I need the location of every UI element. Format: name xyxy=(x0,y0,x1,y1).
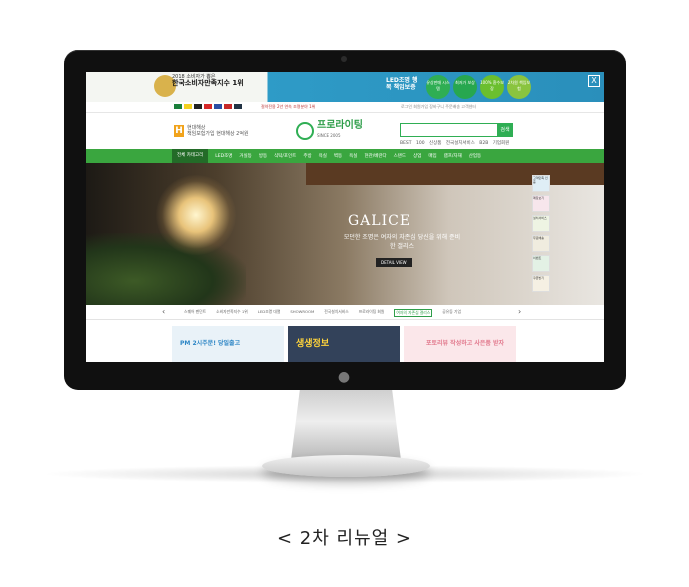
detail-view-button[interactable]: DETAIL VIEW xyxy=(376,258,412,267)
side-ad[interactable]: 고객만족 인증 xyxy=(532,175,550,192)
slider-tab[interactable]: 공유등 기업 xyxy=(442,309,461,317)
side-ad[interactable]: 설치서비스 xyxy=(532,215,550,232)
all-categories-button[interactable]: 전체 카테고리 xyxy=(172,149,209,163)
main-nav: 전체 카테고리 LED조명 거실등 방등 식탁/포인트 주방 욕실 벽등 욕실 … xyxy=(86,149,604,163)
search-button[interactable]: 검색 xyxy=(497,123,513,137)
flag-icon[interactable] xyxy=(224,104,232,109)
header-link[interactable]: BEST 100 xyxy=(400,141,425,146)
pendant-lamp-image xyxy=(156,175,236,255)
slider-tab[interactable]: 소비자만족지수 1위 xyxy=(216,309,248,317)
slider-tabs: ‹ 스퀘어 펜던트 소비자만족지수 1위 LED조명 대열 SHOWROOM 전… xyxy=(86,305,604,320)
nav-item[interactable]: 스탠드 xyxy=(394,153,406,159)
award-title: 한국소비자만족지수 1위 xyxy=(172,79,244,87)
site-header: H 현대해상 책임보험가입 현대해상 2억원 프로라이팅 SINCE 2005 … xyxy=(86,113,604,149)
header-link[interactable]: 신상품 xyxy=(429,141,441,146)
side-ad[interactable]: 쿠폰받기 xyxy=(532,275,550,292)
website-screen: 2018 소비자가 뽑은 한국소비자만족지수 1위 LED조명 행복 책임보증 … xyxy=(86,72,604,362)
brand-tagline: SINCE 2005 xyxy=(317,133,341,138)
side-ad[interactable]: 무료배송 xyxy=(532,235,550,252)
nav-item[interactable]: 욕실 xyxy=(349,153,357,159)
apple-logo-icon: ● xyxy=(337,369,351,385)
flag-icon[interactable] xyxy=(194,104,202,109)
nav-item[interactable]: 현관/베란다 xyxy=(364,153,386,159)
nav-item[interactable]: 산업등 xyxy=(469,153,481,159)
nav-item[interactable]: 욕실 xyxy=(319,153,327,159)
hero-banner[interactable]: GALICE 모던한 조명은 여자의 자존심 당신을 위해 준비한 갤리스 DE… xyxy=(86,163,604,305)
hero-subtitle: 모던한 조명은 여자의 자존심 당신을 위해 준비한 갤리스 xyxy=(343,234,461,250)
slider-tab-list: 스퀘어 펜던트 소비자만족지수 1위 LED조명 대열 SHOWROOM 전국설… xyxy=(184,309,461,317)
slider-tab[interactable]: SHOWROOM xyxy=(290,309,314,317)
flag-icon[interactable] xyxy=(174,104,182,109)
insurer-logo-text: 현대해상 책임보험가입 현대해상 2억원 xyxy=(187,125,249,137)
search-input[interactable] xyxy=(400,123,498,137)
flag-icon[interactable] xyxy=(184,104,192,109)
slider-tab[interactable]: 프로라이팅 회원 xyxy=(359,309,385,317)
caption: < 2차 리뉴얼 > xyxy=(276,528,413,549)
slider-tab[interactable]: 전국설치서비스 xyxy=(324,309,348,317)
promo-card-title: 포토리뷰 작성하고 사은품 받자 xyxy=(426,340,505,347)
promo-card[interactable]: 생생정보 xyxy=(288,326,400,362)
nav-item[interactable]: 상업 xyxy=(413,153,421,159)
utility-bar: 절약전용 2년 연속 조명분야 1위 로그인 회원가입 장바구니 주문배송 고객… xyxy=(86,102,604,113)
brand-logo[interactable]: 프로라이팅 SINCE 2005 xyxy=(296,121,363,141)
award-text: 2018 소비자가 뽑은 한국소비자만족지수 1위 xyxy=(172,74,244,87)
flag-icon[interactable] xyxy=(204,104,212,109)
promo-cards: PM 2시주문! 당일출고 생생정보 포토리뷰 작성하고 사은품 받자 xyxy=(86,320,604,362)
camera-dot xyxy=(341,56,347,62)
promo-circle: 100% 환수보장 xyxy=(480,75,504,99)
header-link[interactable]: B2B 기업회원 xyxy=(479,141,509,146)
promo-card-title: 생생정보 xyxy=(296,339,330,349)
shelf-image xyxy=(306,163,604,185)
promo-circle: 2차원 책임보험 xyxy=(507,75,531,99)
nav-item[interactable]: 벽등 xyxy=(334,153,342,159)
nav-item[interactable]: 램프/자재 xyxy=(444,153,462,159)
insurer-text: 책임보험가입 현대해상 2억원 xyxy=(187,131,249,137)
hero-title: GALICE xyxy=(348,213,412,229)
promo-card[interactable]: PM 2시주문! 당일출고 xyxy=(172,326,284,362)
side-ad-column: 고객만족 인증 매장보기 설치서비스 무료배송 이벤트 쿠폰받기 xyxy=(532,175,550,292)
language-flags[interactable] xyxy=(174,104,242,109)
flag-icon[interactable] xyxy=(234,104,242,109)
brand-name: 프로라이팅 SINCE 2005 xyxy=(317,121,363,141)
nav-item[interactable]: 거실등 xyxy=(239,153,251,159)
promo-circle: 최저가 보상 xyxy=(453,75,477,99)
insurer-logo-icon: H xyxy=(174,125,184,137)
side-ad[interactable]: 이벤트 xyxy=(532,255,550,272)
monitor-stand-neck xyxy=(291,390,401,460)
nav-item[interactable]: 매입 xyxy=(428,153,436,159)
leaf-logo-icon xyxy=(296,122,314,140)
monitor-stand-foot xyxy=(262,455,430,477)
promo-card[interactable]: 포토리뷰 작성하고 사은품 받자 xyxy=(404,326,516,362)
nav-items: LED조명 거실등 방등 식탁/포인트 주방 욕실 벽등 욕실 현관/베란다 스… xyxy=(215,153,481,159)
promo-circle: 유상판매 시스템 xyxy=(426,75,450,99)
util-promo-text: 절약전용 2년 연속 조명분야 1위 xyxy=(261,104,316,109)
header-link[interactable]: 전국설치서비스 xyxy=(446,141,475,146)
flag-icon[interactable] xyxy=(214,104,222,109)
nav-item[interactable]: 식탁/포인트 xyxy=(274,153,296,159)
promo-title: LED조명 행복 책임보증 xyxy=(386,77,418,91)
imac-monitor: 2018 소비자가 뽑은 한국소비자만족지수 1위 LED조명 행복 책임보증 … xyxy=(64,50,626,390)
promo-circles: 유상판매 시스템 최저가 보상 100% 환수보장 2차원 책임보험 xyxy=(426,75,531,99)
nav-item[interactable]: 방등 xyxy=(259,153,267,159)
slider-tab[interactable]: LED조명 대열 xyxy=(258,309,281,317)
close-icon[interactable]: X xyxy=(588,75,600,87)
side-ad[interactable]: 매장보기 xyxy=(532,195,550,212)
slider-tab-active[interactable]: 여자의 자존심 갤리스 xyxy=(394,309,433,317)
next-arrow-icon[interactable]: › xyxy=(518,307,521,316)
nav-item[interactable]: 주방 xyxy=(303,153,311,159)
prev-arrow-icon[interactable]: ‹ xyxy=(162,307,165,316)
nav-item[interactable]: LED조명 xyxy=(215,153,232,159)
header-links: BEST 100 신상품 전국설치서비스 B2B 기업회원 xyxy=(400,140,509,146)
brand-name-text: 프로라이팅 xyxy=(317,120,363,131)
slider-tab[interactable]: 스퀘어 펜던트 xyxy=(184,309,206,317)
top-banner[interactable]: 2018 소비자가 뽑은 한국소비자만족지수 1위 LED조명 행복 책임보증 … xyxy=(86,72,604,102)
promo-card-title: PM 2시주문! 당일출고 xyxy=(180,340,241,347)
util-links[interactable]: 로그인 회원가입 장바구니 주문배송 고객센터 xyxy=(401,104,476,110)
